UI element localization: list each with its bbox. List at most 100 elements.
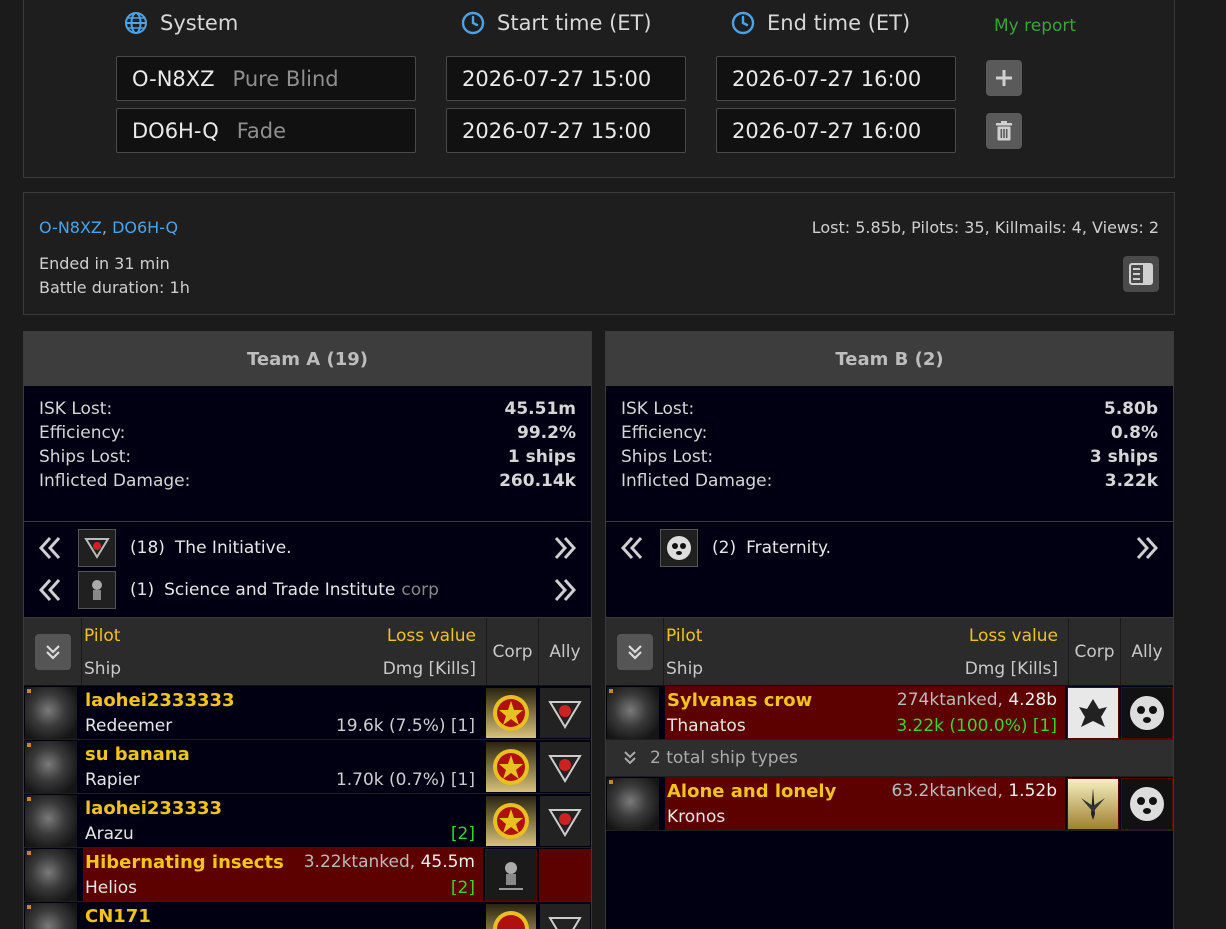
pilot-row[interactable]: su banana Rapier 1.70k (0.7%) [1]: [24, 740, 591, 794]
efficiency-value: 0.8%: [1110, 423, 1158, 443]
pilot-row-lost[interactable]: Alone and lonely 63.2ktanked, 1.52b Kron…: [606, 777, 1173, 831]
pilot-header[interactable]: Pilot: [666, 626, 702, 646]
corp-logo[interactable]: [485, 795, 537, 847]
ally-logo[interactable]: [539, 741, 591, 793]
system-field[interactable]: O-N8XZ Pure Blind: [116, 56, 416, 101]
ally-logo[interactable]: [1121, 778, 1173, 830]
pilot-row[interactable]: CN171: [24, 902, 591, 929]
start-time-field[interactable]: 2026-07-27 15:00: [446, 56, 686, 101]
corp-logo[interactable]: [1067, 687, 1119, 739]
region-value: Pure Blind: [232, 66, 339, 91]
ally-logo[interactable]: [539, 687, 591, 739]
my-report-link[interactable]: My report: [994, 16, 1076, 36]
delete-row-button[interactable]: [986, 113, 1022, 149]
system-link[interactable]: DO6H-Q: [112, 218, 178, 237]
battle-summary: O-N8XZ, DO6H-Q Lost: 5.85b, Pilots: 35, …: [23, 192, 1175, 315]
corp-logo[interactable]: [485, 903, 537, 929]
alliance-name[interactable]: (2) Fraternity.: [712, 538, 831, 558]
system-value: DO6H-Q: [132, 118, 219, 143]
tanked-word: tanked,: [939, 781, 1003, 801]
pilot-name[interactable]: Alone and lonely: [667, 781, 836, 802]
team-stats: ISK Lost: 45.51m Efficiency: 99.2% Ships L…: [24, 386, 591, 522]
isk-lost-label: ISK Lost:: [39, 399, 113, 419]
team-title: Team A (19): [24, 332, 591, 386]
damage: 19.6k (7.5%): [335, 716, 446, 736]
pilot-row-lost[interactable]: Sylvanas crow 274ktanked, 4.28b Thanatos…: [606, 686, 1173, 740]
start-time-header: Start time (ET): [461, 11, 652, 35]
ship-name: Redeemer: [85, 716, 173, 736]
chevron-double-right-icon[interactable]: [551, 534, 579, 562]
alliance-row: (2) Fraternity.: [606, 528, 1173, 568]
ally-logo[interactable]: [539, 903, 591, 929]
ship-name: Thanatos: [667, 716, 746, 736]
layout-toggle-button[interactable]: [1123, 256, 1159, 292]
duration-text: Battle duration: 1h: [39, 278, 190, 297]
ships-lost-label: Ships Lost:: [39, 447, 132, 467]
pilot-name[interactable]: laohei2333333: [85, 690, 235, 711]
system-link[interactable]: O-N8XZ: [39, 218, 102, 237]
end-time-field[interactable]: 2026-07-27 16:00: [716, 56, 956, 101]
alliance-name[interactable]: (1) Science and Trade Institute corp: [130, 580, 439, 600]
start-time-label: Start time (ET): [497, 11, 652, 35]
end-time-label: End time (ET): [767, 11, 911, 35]
expand-button[interactable]: [616, 633, 653, 670]
ship-image: [25, 849, 77, 901]
corp-header: Corp: [487, 618, 539, 685]
kills: [2]: [450, 878, 475, 898]
ships-lost-value: 1 ships: [507, 447, 576, 467]
system-links: O-N8XZ, DO6H-Q: [39, 218, 178, 237]
system-field[interactable]: DO6H-Q Fade: [116, 108, 416, 153]
pilot-name[interactable]: su banana: [85, 744, 190, 765]
battle-search-form: System Start time (ET) End time (ET) My …: [23, 0, 1175, 178]
pilot-name[interactable]: Sylvanas crow: [667, 690, 812, 711]
loss-value-header[interactable]: Loss value: [387, 626, 476, 646]
ship-name: Helios: [85, 878, 137, 898]
inflicted-damage-value: 3.22k: [1104, 471, 1158, 491]
pilot-name[interactable]: CN171: [85, 906, 151, 927]
chevron-double-right-icon[interactable]: [551, 576, 579, 604]
globe-icon: [125, 12, 147, 34]
ally-logo[interactable]: [539, 795, 591, 847]
alliance-logo: [78, 529, 116, 567]
chevron-double-left-icon[interactable]: [36, 576, 64, 604]
clock-icon: [731, 11, 755, 35]
corp-logo[interactable]: [485, 849, 537, 901]
alliance-logo: [660, 529, 698, 567]
add-row-button[interactable]: [986, 60, 1022, 96]
pilot-row-lost[interactable]: Hibernating insects 3.22ktanked, 45.5m H…: [24, 848, 591, 902]
corp-logo[interactable]: [485, 741, 537, 793]
damage-kills: 3.22k (100.0%) [1]: [896, 716, 1057, 736]
pilot-row[interactable]: laohei2333333 Redeemer 19.6k (7.5%) [1]: [24, 686, 591, 740]
alliance-name[interactable]: (18) The Initiative.: [130, 538, 292, 558]
end-time-field[interactable]: 2026-07-27 16:00: [716, 108, 956, 153]
ally-logo[interactable]: [1121, 687, 1173, 739]
isk-value: 4.28b: [1008, 690, 1057, 710]
pilot-name[interactable]: Hibernating insects: [85, 852, 284, 873]
chevron-double-down-icon: [627, 644, 642, 660]
alliance-label: The Initiative.: [174, 538, 292, 558]
chevron-double-left-icon[interactable]: [618, 534, 646, 562]
efficiency-value: 99.2%: [517, 423, 576, 443]
corp-logo[interactable]: [1067, 778, 1119, 830]
pilot-row[interactable]: laohei233333 Arazu [2]: [24, 794, 591, 848]
corp-logo[interactable]: [485, 687, 537, 739]
loss-value-header[interactable]: Loss value: [969, 626, 1058, 646]
battle-stats: Lost: 5.85b, Pilots: 35, Killmails: 4, V…: [811, 218, 1159, 237]
alliance-label: Science and Trade Institute: [164, 580, 396, 600]
columns-icon: [1129, 263, 1153, 285]
start-time-field[interactable]: 2026-07-27 15:00: [446, 108, 686, 153]
pilot-name[interactable]: laohei233333: [85, 798, 222, 819]
ship-image: [25, 687, 77, 739]
ship-image: [25, 741, 77, 793]
chevron-double-down-icon: [45, 644, 60, 660]
expand-button[interactable]: [34, 633, 71, 670]
ships-lost-label: Ships Lost:: [621, 447, 714, 467]
pilot-header[interactable]: Pilot: [84, 626, 120, 646]
ship-types-toggle[interactable]: 2 total ship types: [606, 740, 1173, 777]
trash-icon: [996, 121, 1012, 141]
ships-lost-value: 3 ships: [1089, 447, 1158, 467]
alliance-list: (18) The Initiative. (1) Science and Trade…: [24, 522, 591, 618]
chevron-double-right-icon[interactable]: [1133, 534, 1161, 562]
pilot-table-header: Pilot Loss value Ship Dmg [Kills] Corp A…: [24, 618, 591, 686]
chevron-double-left-icon[interactable]: [36, 534, 64, 562]
